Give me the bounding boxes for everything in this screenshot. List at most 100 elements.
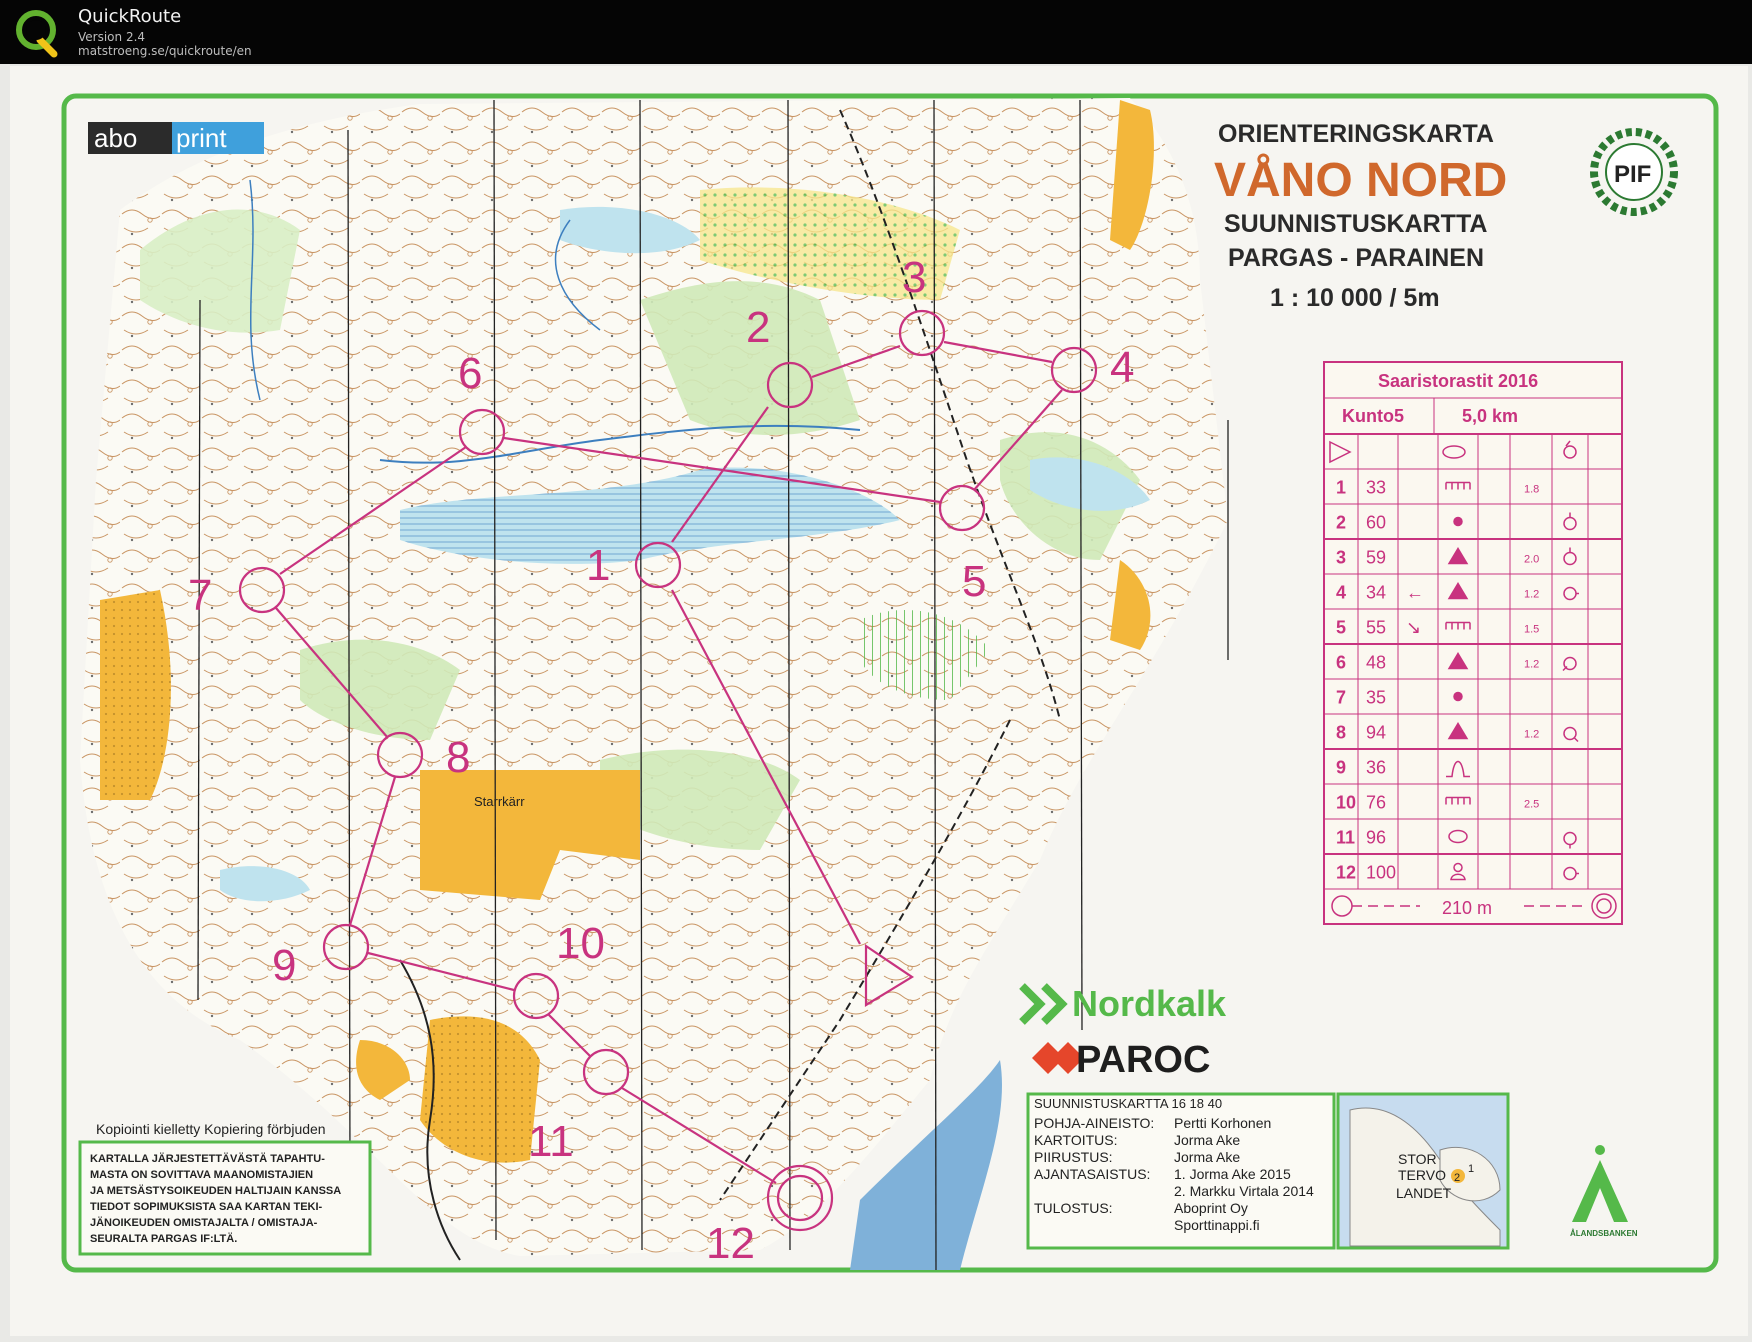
svg-text:2: 2	[1454, 1172, 1460, 1184]
svg-text:STOR: STOR	[1398, 1151, 1437, 1167]
dot-icon	[1453, 691, 1463, 702]
credits-box: SUUNNISTUSKARTTA 16 18 40 POHJA-AINEISTO…	[1026, 1092, 1336, 1250]
control-row-code: 34	[1366, 583, 1386, 603]
control-dimension: 1.2	[1524, 729, 1539, 741]
control-row-number: 8	[1336, 723, 1346, 743]
title-finnish: SUUNNISTUSKARTTA	[1224, 210, 1487, 238]
quickroute-q-logo-icon	[16, 10, 58, 58]
control-row-code: 35	[1366, 688, 1386, 708]
control-number: 1	[586, 541, 610, 590]
control-number: 7	[188, 571, 212, 620]
app-url: matstroeng.se/quickroute/en	[78, 44, 252, 58]
legal-line: JÄNOIKEUDEN OMISTAJALTA / OMISTAJA-	[90, 1216, 318, 1229]
legal-box: KARTALLA JÄRJESTETTÄVÄSTÄ TAPAHTU- MASTA …	[78, 1140, 372, 1256]
credit-value: 1. Jorma Ake 2015	[1174, 1166, 1291, 1182]
control-dimension: 2.0	[1524, 554, 1539, 566]
svg-text:PAROC: PAROC	[1076, 1039, 1210, 1081]
credit-label: KARTOITUS:	[1034, 1132, 1118, 1148]
credit-value: Jorma Ake	[1174, 1132, 1240, 1148]
control-row-number: 11	[1336, 828, 1355, 848]
control-number: 9	[272, 941, 296, 990]
credit-label: PIIRUSTUS:	[1034, 1149, 1113, 1165]
control-row-code: 96	[1366, 828, 1386, 848]
control-number: 10	[556, 919, 605, 968]
control-row-code: 36	[1366, 758, 1386, 778]
legal-line: KARTALLA JÄRJESTETTÄVÄSTÄ TAPAHTU-	[90, 1152, 325, 1165]
course-length: 5,0 km	[1462, 406, 1518, 426]
credit-label: POHJA-AINEISTO:	[1034, 1115, 1154, 1131]
legal-line: SEURALTA PARGAS IF:LTÄ.	[90, 1232, 237, 1245]
svg-text:Nordkalk: Nordkalk	[1072, 983, 1227, 1024]
control-number: 6	[458, 349, 482, 398]
svg-text:print: print	[176, 123, 227, 153]
credit-label: AJANTASAISTUS:	[1034, 1166, 1150, 1182]
control-number: 8	[446, 733, 470, 782]
control-row-number: 10	[1336, 793, 1356, 813]
svg-text:ÅLANDSBANKEN: ÅLANDSBANKEN	[1570, 1229, 1638, 1238]
control-row-code: 59	[1366, 548, 1386, 568]
control-row-number: 12	[1336, 863, 1356, 883]
map-canvas[interactable]: 1 2 3 4 5 6 7 8 9 10 11 12 Starrkärr abo…	[0, 64, 1752, 1342]
control-dimension: 1.2	[1524, 659, 1539, 671]
control-number: 4	[1110, 343, 1134, 392]
control-row-code: 60	[1366, 513, 1386, 533]
app-name: QuickRoute	[78, 6, 182, 27]
app-version: Version 2.4	[78, 30, 146, 44]
control-dimension: 1.2	[1524, 589, 1539, 601]
control-row-number: 3	[1336, 548, 1346, 568]
dot-icon	[1453, 516, 1463, 527]
control-row-code: 76	[1366, 793, 1386, 813]
control-dimension: 1.8	[1524, 484, 1539, 496]
credit-label: TULOSTUS:	[1034, 1200, 1113, 1216]
control-row-number: 4	[1336, 583, 1346, 603]
control-row-number: 1	[1336, 478, 1346, 498]
club-logo-text: PIF	[1614, 161, 1651, 188]
control-dimension: 1.5	[1524, 624, 1539, 636]
open-land	[100, 590, 171, 800]
control-row-code: 48	[1366, 653, 1386, 673]
svg-text:abo: abo	[94, 123, 137, 153]
control-row-code: 55	[1366, 618, 1386, 638]
direction-arrow-icon: ↘	[1406, 618, 1421, 638]
control-number: 12	[706, 1219, 755, 1268]
event-name: Saaristorastit 2016	[1378, 371, 1538, 391]
control-number: 11	[528, 1117, 574, 1166]
svg-text:LANDET: LANDET	[1396, 1185, 1452, 1201]
map-scale: 1 : 10 000 / 5m	[1270, 284, 1440, 312]
aboprint-logo: abo print	[88, 122, 264, 154]
place-name: PARGAS - PARAINEN	[1228, 244, 1484, 272]
area-name: Starrkärr	[474, 794, 525, 809]
finish-distance: 210 m	[1442, 898, 1492, 918]
control-row-number: 5	[1336, 618, 1346, 638]
locator-inset: STOR TERVO LANDET 2 1	[1336, 1092, 1510, 1250]
copy-notice: Kopiointi kielletty Kopiering förbjuden	[96, 1121, 326, 1137]
control-number: 5	[962, 557, 986, 606]
course-class: Kunto5	[1342, 406, 1404, 426]
svg-text:1: 1	[1468, 1163, 1474, 1175]
direction-arrow-icon: ←	[1406, 583, 1424, 603]
legal-line: MASTA ON SOVITTAVA MAANOMISTAJIEN	[90, 1169, 313, 1181]
control-row-code: 94	[1366, 723, 1386, 743]
title-swedish: ORIENTERINGSKARTA	[1218, 120, 1494, 148]
credit-value: Jorma Ake	[1174, 1149, 1240, 1165]
legal-line: TIEDOT SOPIMUKSISTA SAA KARTAN TEKI-	[90, 1201, 323, 1213]
control-dimension: 2.5	[1524, 799, 1539, 811]
control-row-number: 2	[1336, 513, 1346, 533]
control-number: 2	[746, 303, 770, 352]
credit-value: 2. Markku Virtala 2014	[1174, 1183, 1314, 1199]
svg-text:TERVO: TERVO	[1398, 1167, 1446, 1183]
credit-value: Sporttinappi.fi	[1174, 1217, 1260, 1233]
title-main: VÅNO NORD	[1214, 153, 1507, 207]
control-row-number: 7	[1336, 688, 1346, 708]
control-row-number: 6	[1336, 653, 1346, 673]
control-row-code: 33	[1366, 478, 1386, 498]
credit-value: Pertti Korhonen	[1174, 1115, 1271, 1131]
control-row-code: 100	[1366, 863, 1396, 883]
title-bar: QuickRoute Version 2.4 matstroeng.se/qui…	[0, 0, 1752, 64]
credit-value: Aboprint Oy	[1174, 1200, 1248, 1216]
control-description-sheet: Saaristorastit 2016 Kunto5 5,0 km 1 33 1.8…	[1323, 361, 1623, 925]
control-number: 3	[902, 253, 926, 302]
legal-line: JA METSÄSTYSOIKEUDEN HALTIJAIN KANSSA	[90, 1184, 341, 1197]
control-row-number: 9	[1336, 758, 1346, 778]
credits-header: SUUNNISTUSKARTTA 16 18 40	[1034, 1096, 1222, 1111]
